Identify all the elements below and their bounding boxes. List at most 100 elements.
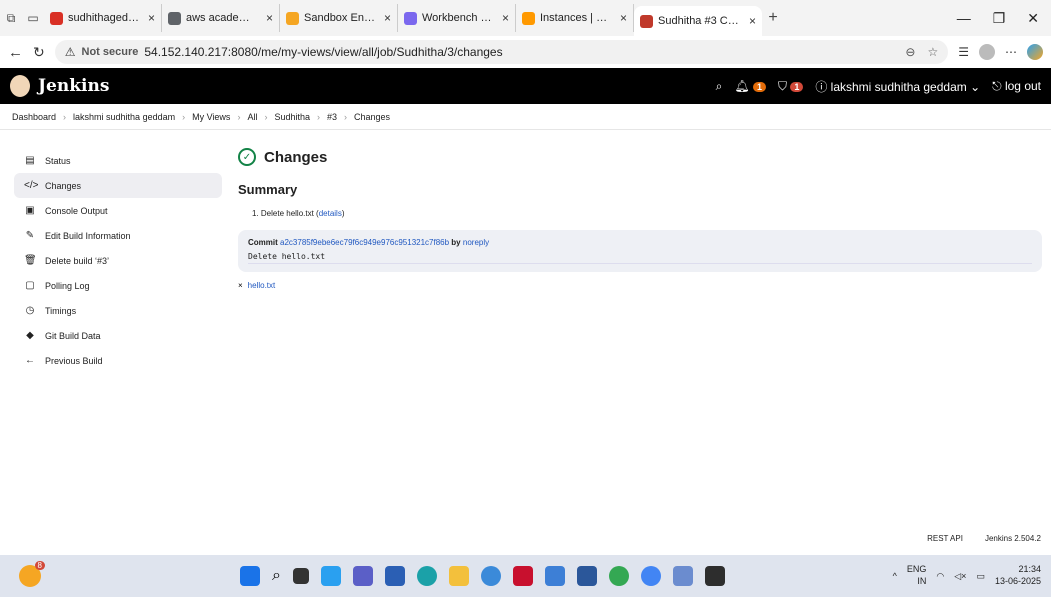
jenkins-version[interactable]: Jenkins 2.504.2 bbox=[985, 534, 1041, 543]
tab-close-icon[interactable]: × bbox=[144, 11, 155, 25]
minimize-icon[interactable]: — bbox=[957, 10, 971, 27]
file-link[interactable]: hello.txt bbox=[248, 281, 276, 290]
clock-icon: ◷ bbox=[25, 305, 35, 316]
commit-box: Commit a2c3785f9ebe6ec79f6c949e976c95132… bbox=[238, 230, 1042, 272]
tab-close-icon[interactable]: × bbox=[616, 11, 627, 25]
chrome-profile-icon[interactable] bbox=[640, 566, 661, 586]
breadcrumb-item[interactable]: All bbox=[247, 112, 257, 122]
sidebar-item[interactable]: ◆ Git Build Data bbox=[14, 323, 222, 348]
notepad-icon[interactable] bbox=[672, 566, 693, 586]
browser-tab[interactable]: Instances | EC2 | us × bbox=[516, 4, 634, 32]
lang-text: ENG bbox=[906, 564, 927, 575]
sidebar-item[interactable]: 🗑 Delete build ‘#3’ bbox=[14, 248, 222, 273]
search-icon[interactable]: ⌕ bbox=[716, 79, 723, 94]
git-icon: ◆ bbox=[26, 330, 34, 341]
browser-tab[interactable]: Workbench - Vocar × bbox=[398, 4, 516, 32]
new-tab-icon[interactable]: + bbox=[762, 9, 784, 27]
workspaces-icon[interactable]: ⧉ bbox=[0, 11, 22, 26]
sidebar-item-label: Timings bbox=[45, 305, 77, 316]
not-secure-label: Not secure bbox=[81, 46, 139, 58]
file-explorer-icon[interactable] bbox=[448, 566, 469, 586]
close-window-icon[interactable]: ✕ bbox=[1027, 10, 1039, 27]
jenkins-logo-text[interactable]: Jenkins bbox=[38, 76, 109, 96]
more-icon[interactable]: ⋯ bbox=[1005, 45, 1017, 59]
sidebar-item[interactable]: </> Changes bbox=[14, 173, 222, 198]
by-label: by bbox=[451, 238, 461, 247]
sidebar: ▤ Status </> Changes ▣ Console Output ✎ Edit Bu… bbox=[14, 148, 222, 373]
security-button[interactable]: ⛉ 1 bbox=[778, 79, 804, 94]
zoom-icon[interactable]: ⊖ bbox=[905, 45, 915, 59]
task-view-icon[interactable] bbox=[292, 568, 309, 584]
weather-widget[interactable]: 8 bbox=[19, 561, 45, 587]
tab-favicon-icon bbox=[50, 11, 63, 25]
url-text[interactable]: 54.152.140.217:8080/me/my-views/view/all… bbox=[144, 45, 502, 59]
tab-close-icon[interactable]: × bbox=[380, 11, 391, 25]
breadcrumb-item[interactable]: Dashboard bbox=[12, 112, 56, 122]
browser-tab[interactable]: Sandbox Environm × bbox=[280, 4, 398, 32]
volume-icon[interactable]: ◁× bbox=[954, 571, 966, 582]
breadcrumb-separator-icon: › bbox=[237, 111, 241, 122]
jenkins-logo-icon[interactable] bbox=[10, 75, 30, 97]
weather-badge: 8 bbox=[34, 561, 45, 570]
sidebar-item[interactable]: ← Previous Build bbox=[14, 348, 222, 373]
back-icon[interactable]: ← bbox=[8, 44, 23, 61]
mcafee-icon[interactable] bbox=[512, 566, 533, 586]
url-field[interactable]: ⚠ Not secure 54.152.140.217:8080/me/my-v… bbox=[54, 40, 949, 64]
breadcrumb-item[interactable]: My Views bbox=[192, 112, 230, 122]
breadcrumb-item[interactable]: Sudhitha bbox=[274, 112, 310, 122]
battery-icon[interactable]: ▭ bbox=[976, 571, 985, 582]
favorites-icon[interactable]: ☰ bbox=[958, 45, 969, 59]
commit-hash-link[interactable]: a2c3785f9ebe6ec79f6c949e976c951321c7f86b bbox=[280, 238, 449, 247]
edge-icon[interactable] bbox=[416, 566, 437, 586]
browser-tab[interactable]: aws academy login × bbox=[162, 4, 280, 32]
success-check-icon: ✓ bbox=[238, 148, 256, 166]
breadcrumb-item[interactable]: Changes bbox=[354, 112, 390, 122]
tab-favicon-icon bbox=[640, 14, 653, 28]
word-icon[interactable] bbox=[576, 566, 597, 586]
sidebar-item[interactable]: ✎ Edit Build Information bbox=[14, 223, 222, 248]
search-taskbar-icon[interactable]: ⌕ bbox=[272, 567, 281, 585]
start-icon[interactable] bbox=[240, 566, 260, 586]
tab-close-icon[interactable]: × bbox=[498, 11, 509, 25]
user-menu[interactable]: ⓘ lakshmi sudhitha geddam ⌄ bbox=[815, 78, 980, 95]
copilot-icon[interactable] bbox=[1027, 44, 1043, 60]
browser-tab[interactable]: Sudhitha #3 Chang × bbox=[634, 6, 762, 36]
restore-icon[interactable]: ❐ bbox=[993, 10, 1006, 27]
tab-close-icon[interactable]: × bbox=[745, 14, 756, 28]
tab-actions-icon[interactable]: ▭ bbox=[22, 11, 44, 25]
breadcrumb: Dashboard › lakshmi sudhitha geddam › My Vie… bbox=[0, 104, 1051, 130]
sidebar-item[interactable]: ▣ Console Output bbox=[14, 198, 222, 223]
clock[interactable]: 21:34 13-06-2025 bbox=[995, 564, 1041, 587]
store-icon[interactable] bbox=[384, 566, 405, 586]
mathway-icon[interactable] bbox=[544, 566, 565, 586]
summary-item-close: ) bbox=[341, 209, 345, 218]
sidebar-item-label: Status bbox=[45, 155, 71, 166]
sidebar-item[interactable]: ▢ Polling Log bbox=[14, 273, 222, 298]
favorite-star-icon[interactable]: ☆ bbox=[927, 45, 938, 59]
logout-link[interactable]: ⎋ log out bbox=[992, 79, 1041, 94]
tab-title: sudhithageddam@ bbox=[68, 12, 139, 24]
browser-icon[interactable] bbox=[480, 566, 501, 586]
author-link[interactable]: noreply bbox=[463, 238, 489, 247]
tab-close-icon[interactable]: × bbox=[262, 11, 273, 25]
sidebar-item[interactable]: ◷ Timings bbox=[14, 298, 222, 323]
browser-tab[interactable]: sudhithageddam@ × bbox=[44, 4, 162, 32]
rest-api-link[interactable]: REST API bbox=[927, 534, 963, 543]
breadcrumb-separator-icon: › bbox=[316, 111, 320, 122]
sidebar-item[interactable]: ▤ Status bbox=[14, 148, 222, 173]
profile-avatar[interactable] bbox=[979, 44, 995, 60]
language-indicator[interactable]: ENG IN bbox=[907, 564, 927, 587]
wifi-icon[interactable]: ◠ bbox=[936, 571, 944, 582]
breadcrumb-item[interactable]: lakshmi sudhitha geddam bbox=[73, 112, 175, 122]
refresh-icon[interactable]: ↻ bbox=[33, 44, 45, 61]
address-bar: ← ↻ ⚠ Not secure 54.152.140.217:8080/me/… bbox=[0, 36, 1051, 68]
details-link[interactable]: details bbox=[319, 209, 342, 218]
breadcrumb-item[interactable]: #3 bbox=[327, 112, 337, 122]
copilot-taskbar-icon[interactable] bbox=[320, 566, 341, 586]
tab-favicon-icon bbox=[522, 11, 535, 25]
chrome-icon[interactable] bbox=[608, 566, 629, 586]
tray-chevron-icon[interactable]: ^ bbox=[893, 571, 897, 581]
terminal-taskbar-icon[interactable] bbox=[704, 566, 725, 586]
notifications-button[interactable]: 🔔︎ 1 bbox=[734, 79, 766, 93]
teams-icon[interactable] bbox=[352, 566, 373, 586]
